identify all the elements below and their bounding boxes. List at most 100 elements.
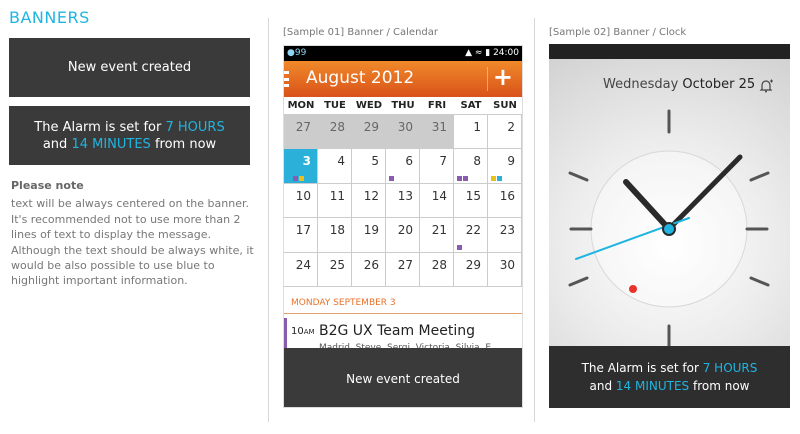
calendar-day-cell[interactable]: 31 <box>420 115 454 150</box>
day-number: 24 <box>295 257 311 272</box>
day-number: 6 <box>405 154 413 169</box>
day-number: 29 <box>465 257 481 272</box>
event-marker <box>457 244 462 250</box>
add-event-button[interactable]: + <box>493 63 513 91</box>
day-number: 2 <box>507 120 515 134</box>
calendar-day-cell[interactable]: 10 <box>284 183 318 219</box>
day-number: 13 <box>397 188 413 203</box>
banner-alarm-hours: 7 HOURS <box>165 120 225 135</box>
calendar-day-cell[interactable]: 28 <box>420 252 454 287</box>
calendar-day-cell[interactable]: 16 <box>488 183 522 219</box>
day-number: 10 <box>295 188 311 203</box>
day-number: 22 <box>465 223 481 238</box>
calendar-day-cell[interactable]: 9 <box>488 149 522 184</box>
day-number: 31 <box>431 120 447 134</box>
event-marker <box>389 175 394 181</box>
calendar-day-cell[interactable]: 26 <box>352 252 386 287</box>
event-marker <box>463 175 468 181</box>
event-marker <box>491 175 496 181</box>
event-marker <box>299 175 304 181</box>
calendar-day-cell[interactable]: 1 <box>454 115 488 150</box>
menu-icon[interactable] <box>284 71 289 87</box>
clock-banner: The Alarm is set for 7 HOURS and 14 MINU… <box>549 346 790 408</box>
day-number: 30 <box>397 120 413 134</box>
calendar-day-cell[interactable]: 25 <box>318 252 352 287</box>
calendar-day-cell[interactable]: 2 <box>488 115 522 150</box>
header-separator <box>487 67 488 91</box>
calendar-day-cell[interactable]: 22 <box>454 218 488 253</box>
banner-alarm-and: and <box>42 137 68 152</box>
calendar-day-cell[interactable]: 8 <box>454 149 488 184</box>
day-number: 5 <box>371 154 379 169</box>
calendar-phone: ●99 ▲ ≈ ▮ 24:00 August 2012 + MON TUE WED T… <box>283 45 523 408</box>
day-number: 8 <box>473 154 481 169</box>
day-number: 26 <box>363 257 379 272</box>
calendar-day-cell[interactable]: 12 <box>352 183 386 219</box>
day-number: 17 <box>295 223 311 238</box>
day-number: 1 <box>473 120 481 134</box>
calendar-day-cell[interactable]: 4 <box>318 149 352 184</box>
day-number: 27 <box>295 120 311 134</box>
calendar-day-cell[interactable]: 27 <box>386 252 420 287</box>
event-title: B2G UX Team Meeting <box>319 323 475 339</box>
calendar-week-row: 10 11 12 13 14 15 16 <box>284 183 522 219</box>
day-number: 3 <box>302 154 311 169</box>
weekday-label: MON <box>287 100 315 111</box>
day-number: 16 <box>499 188 515 203</box>
day-number: 28 <box>431 257 447 272</box>
divider-right <box>534 18 535 422</box>
calendar-day-cell[interactable]: 17 <box>284 218 318 253</box>
calendar-day-cell[interactable]: 30 <box>386 115 420 150</box>
month-grid: 27 28 29 30 31 1 2 3 4 5 6 7 8 9 10 11 12 13 14 15 16 17 18 19 2… <box>284 115 522 287</box>
calendar-day-cell[interactable]: 5 <box>352 149 386 184</box>
calendar-day-cell[interactable]: 23 <box>488 218 522 253</box>
calendar-day-cell[interactable]: 15 <box>454 183 488 219</box>
calendar-day-cell[interactable]: 24 <box>284 252 318 287</box>
calendar-day-cell[interactable]: 11 <box>318 183 352 219</box>
analog-clock <box>568 109 770 346</box>
calendar-day-cell[interactable]: 14 <box>420 183 454 219</box>
day-number: 21 <box>431 223 447 238</box>
banner-alarm-minutes: 14 MINUTES <box>71 137 151 152</box>
notification-count: ●99 <box>287 48 307 58</box>
weekday-label: SAT <box>460 100 482 111</box>
usage-note: Please note text will be always centered… <box>11 178 261 289</box>
banner-alarm-suffix: from now <box>154 137 217 152</box>
banner-simple: New event created <box>9 38 250 97</box>
month-title: August 2012 <box>306 68 415 88</box>
calendar-day-cell[interactable]: 29 <box>454 252 488 287</box>
alarm-indicator <box>629 285 637 293</box>
day-number: 7 <box>439 154 447 169</box>
calendar-day-cell[interactable]: 13 <box>386 183 420 219</box>
alarm-bell-icon[interactable] <box>758 78 774 94</box>
calendar-day-cell[interactable]: 30 <box>488 252 522 287</box>
event-markers <box>491 175 502 181</box>
day-number: 28 <box>329 120 345 134</box>
calendar-day-cell[interactable]: 3 <box>284 149 318 184</box>
status-time: ▲ ≈ ▮ 24:00 <box>465 48 519 58</box>
event-markers <box>457 244 462 250</box>
calendar-day-cell[interactable]: 6 <box>386 149 420 184</box>
divider-left <box>268 18 269 422</box>
day-number: 14 <box>431 188 447 203</box>
calendar-day-cell[interactable]: 18 <box>318 218 352 253</box>
day-number: 15 <box>465 188 481 203</box>
note-title: Please note <box>11 179 84 192</box>
event-marker <box>497 175 502 181</box>
calendar-day-cell[interactable]: 29 <box>352 115 386 150</box>
selected-date-label: MONDAY SEPTEMBER 3 <box>284 294 522 314</box>
calendar-day-cell[interactable]: 27 <box>284 115 318 150</box>
calendar-day-cell[interactable]: 21 <box>420 218 454 253</box>
weekday-label: TUE <box>324 100 346 111</box>
day-number: 30 <box>499 257 515 272</box>
sample1-label: [Sample 01] Banner / Calendar <box>283 27 438 38</box>
day-number: 19 <box>363 223 379 238</box>
calendar-day-cell[interactable]: 20 <box>386 218 420 253</box>
day-number: 9 <box>507 154 515 169</box>
calendar-day-cell[interactable]: 19 <box>352 218 386 253</box>
tick-10 <box>568 171 589 182</box>
calendar-day-cell[interactable]: 28 <box>318 115 352 150</box>
note-body: text will be always centered on the bann… <box>11 197 254 288</box>
calendar-day-cell[interactable]: 7 <box>420 149 454 184</box>
calendar-header: August 2012 + <box>284 61 522 97</box>
